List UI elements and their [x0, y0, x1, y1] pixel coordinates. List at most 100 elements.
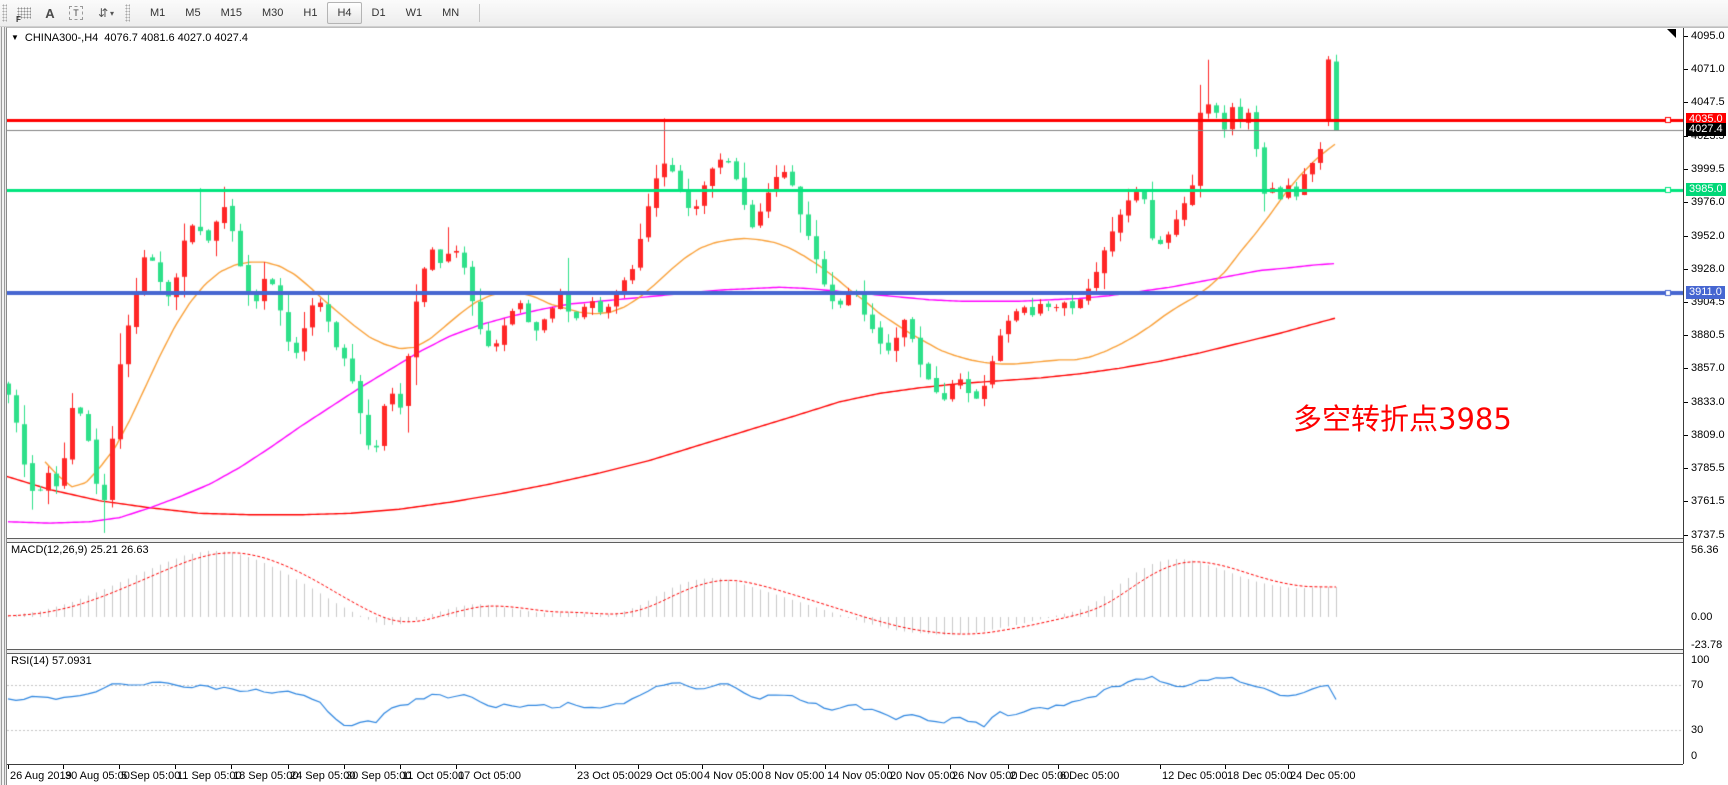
price-tick-label: 3857.0	[1691, 362, 1725, 374]
time-tick-mark	[825, 765, 826, 769]
time-tick-label: 17 Oct 05:00	[458, 770, 521, 782]
time-tick-mark	[950, 765, 951, 769]
time-tick-mark	[1288, 765, 1289, 769]
time-tick-label: 12 Dec 05:00	[1162, 770, 1227, 782]
arrows-tool-button[interactable]: ⇵ ▾	[89, 2, 123, 24]
rsi-label: RSI(14) 57.0931	[11, 655, 92, 667]
timeframe-button-w1[interactable]: W1	[396, 2, 433, 24]
price-tick-label: 3999.5	[1691, 163, 1725, 175]
time-tick-label: 5 Sep 05:00	[121, 770, 180, 782]
price-tick-label: 3809.0	[1691, 429, 1725, 441]
price-tick-label: 3833.0	[1691, 396, 1725, 408]
chart-title[interactable]: ▼ CHINA300-,H4 4076.7 4081.6 4027.0 4027…	[11, 32, 248, 44]
price-tick-mark	[1684, 535, 1688, 536]
toolbar-drag-handle[interactable]	[125, 4, 130, 22]
time-tick-mark	[63, 765, 64, 769]
time-tick-mark	[344, 765, 345, 769]
time-tick-mark	[119, 765, 120, 769]
time-tick-label: 23 Oct 05:00	[577, 770, 640, 782]
timeframe-button-d1[interactable]: D1	[362, 2, 396, 24]
time-tick-mark	[288, 765, 289, 769]
arrows-icon: ⇵	[98, 6, 108, 20]
price-tick-mark	[1684, 335, 1688, 336]
time-tick-mark	[702, 765, 703, 769]
price-level-badge: 3985.0	[1686, 183, 1726, 196]
price-level-badge: 3911.0	[1686, 286, 1725, 299]
time-tick-label: 11 Sep 05:00	[177, 770, 242, 782]
ohlc-values: 4076.7 4081.6 4027.0 4027.4	[104, 32, 248, 44]
price-level-badge: 4027.4	[1686, 123, 1726, 136]
text-label-button[interactable]: A	[37, 2, 63, 24]
timeframe-button-m1[interactable]: M1	[140, 2, 175, 24]
grid-f-icon: F	[17, 7, 31, 19]
price-tick-mark	[1684, 302, 1688, 303]
price-tick-mark	[1684, 468, 1688, 469]
time-tick-label: 29 Oct 05:00	[640, 770, 703, 782]
timeframe-button-h4[interactable]: H4	[327, 2, 361, 24]
price-tick-mark	[1684, 269, 1688, 270]
time-tick-mark	[1058, 765, 1059, 769]
timeframe-button-m30[interactable]: M30	[252, 2, 293, 24]
time-tick-mark	[456, 765, 457, 769]
price-tick-mark	[1684, 202, 1688, 203]
time-tick-label: 26 Nov 05:00	[952, 770, 1017, 782]
price-tick-label: 4071.0	[1691, 63, 1725, 75]
price-scale[interactable]: 4095.04071.04047.54023.53999.53976.03952…	[1683, 28, 1728, 764]
chart-window: ▼ CHINA300-,H4 4076.7 4081.6 4027.0 4027…	[6, 27, 1728, 785]
price-tick-mark	[1684, 169, 1688, 170]
dropdown-caret-icon: ▾	[110, 9, 114, 18]
time-tick-label: 6 Dec 05:00	[1060, 770, 1119, 782]
candlestick-chart-canvas[interactable]	[7, 28, 1683, 538]
price-tick-label: 3785.5	[1691, 462, 1725, 474]
price-tick-label: 3761.5	[1691, 495, 1725, 507]
toolbar-drag-handle[interactable]	[2, 4, 7, 22]
time-tick-mark	[763, 765, 764, 769]
time-tick-mark	[175, 765, 176, 769]
time-tick-mark	[8, 765, 9, 769]
price-tick-label: 3928.0	[1691, 263, 1725, 275]
symbol-name: CHINA300-,H4	[25, 32, 98, 44]
window-left-frame	[1, 27, 5, 785]
chart-annotation-text: 多空转折点3985	[1293, 396, 1512, 438]
time-tick-label: 11 Oct 05:00	[402, 770, 464, 782]
price-tick-label: 3737.5	[1691, 529, 1725, 541]
time-tick-mark	[1008, 765, 1009, 769]
time-tick-label: 4 Nov 05:00	[704, 770, 763, 782]
rsi-axis-label: 0	[1691, 750, 1697, 762]
price-tick-label: 3880.5	[1691, 329, 1725, 341]
symbol-dropdown-icon: ▼	[11, 33, 19, 43]
macd-axis-label: 0.00	[1691, 611, 1712, 623]
text-box-button[interactable]: T	[63, 2, 89, 24]
price-tick-mark	[1684, 435, 1688, 436]
timeframe-button-m5[interactable]: M5	[175, 2, 210, 24]
time-tick-mark	[231, 765, 232, 769]
crosshair-grid-button[interactable]: F	[11, 2, 37, 24]
price-tick-mark	[1684, 69, 1688, 70]
rsi-panel-canvas[interactable]	[7, 652, 1683, 764]
price-tick-mark	[1684, 36, 1688, 37]
time-tick-mark	[575, 765, 576, 769]
timeframe-button-m15[interactable]: M15	[211, 2, 252, 24]
rsi-axis-label: 70	[1691, 679, 1703, 691]
time-tick-label: 18 Sep 05:00	[233, 770, 298, 782]
timeframe-toolbar: M1M5M15M30H1H4D1W1MN	[140, 2, 469, 24]
time-tick-mark	[888, 765, 889, 769]
time-tick-label: 8 Nov 05:00	[765, 770, 824, 782]
price-tick-mark	[1684, 102, 1688, 103]
rsi-axis-label: 100	[1691, 654, 1709, 666]
scroll-corner-marker	[1667, 29, 1676, 38]
time-tick-label: 24 Dec 05:00	[1290, 770, 1355, 782]
price-tick-label: 3952.0	[1691, 230, 1725, 242]
timeframe-button-h1[interactable]: H1	[293, 2, 327, 24]
time-tick-mark	[638, 765, 639, 769]
letter-t-icon: T	[69, 6, 83, 20]
macd-panel-canvas[interactable]	[7, 541, 1683, 649]
toolbar: F A T ⇵ ▾ M1M5M15M30H1H4D1W1MN	[0, 0, 1728, 27]
time-tick-mark	[1160, 765, 1161, 769]
time-axis[interactable]: 26 Aug 201930 Aug 05:005 Sep 05:0011 Sep…	[7, 764, 1683, 784]
time-tick-label: 26 Aug 2019	[10, 770, 72, 782]
price-tick-mark	[1684, 236, 1688, 237]
time-tick-mark	[400, 765, 401, 769]
macd-axis-label: -23.78	[1691, 639, 1722, 651]
timeframe-button-mn[interactable]: MN	[432, 2, 469, 24]
